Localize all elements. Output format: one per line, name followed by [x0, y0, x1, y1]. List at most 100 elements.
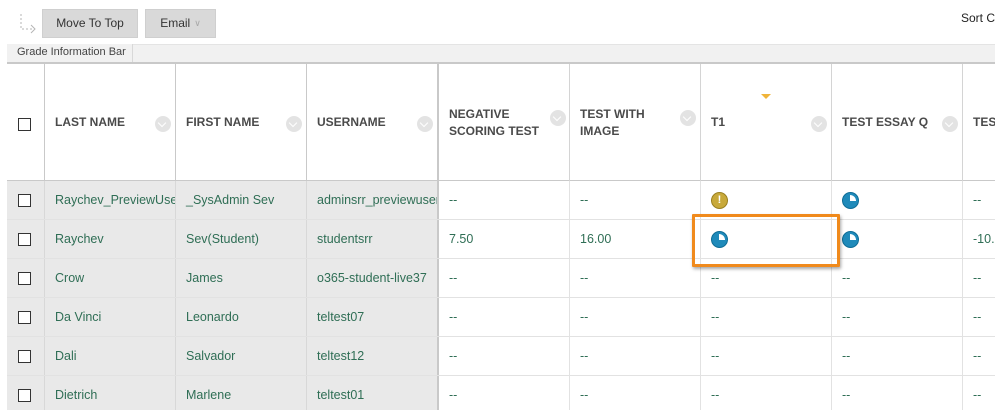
grade-information-bar-label[interactable]: Grade Information Bar — [7, 44, 133, 62]
needs-attention-icon — [711, 192, 728, 210]
grade-cell[interactable] — [832, 181, 963, 219]
column-label: TEST ESSAY Q — [842, 115, 929, 129]
username-cell[interactable]: adminsrr_previewuser — [307, 181, 439, 219]
grade-center-grid: LAST NAME FIRST NAME USERNAME NEGATIVE S… — [7, 62, 995, 410]
select-all-cell — [7, 64, 45, 181]
grade-cell[interactable]: 16.00 — [570, 220, 701, 258]
grade-cell[interactable]: -- — [570, 337, 701, 375]
grade-cell[interactable]: -- — [439, 337, 570, 375]
grade-cell[interactable]: -10. — [963, 220, 995, 258]
last-name-cell[interactable]: Da Vinci — [45, 298, 176, 336]
row-checkbox[interactable] — [18, 389, 31, 402]
username-cell[interactable]: teltest12 — [307, 337, 439, 375]
column-label: USERNAME — [317, 115, 386, 129]
row-select-cell — [7, 259, 45, 297]
grade-cell[interactable]: -- — [832, 337, 963, 375]
table-row: Dietrich Marlene teltest01 -- -- -- -- -… — [7, 376, 995, 410]
username-cell[interactable]: teltest01 — [307, 376, 439, 410]
column-header-test-with-image[interactable]: TEST WITH IMAGE — [570, 64, 701, 181]
row-select-cell — [7, 220, 45, 258]
grade-cell[interactable]: -- — [439, 376, 570, 410]
grade-cell[interactable]: -- — [439, 298, 570, 336]
row-checkbox[interactable] — [18, 272, 31, 285]
select-all-checkbox[interactable] — [18, 118, 31, 131]
grade-information-bar — [7, 44, 995, 62]
column-menu-icon[interactable] — [155, 116, 171, 132]
row-select-cell — [7, 298, 45, 336]
grade-cell[interactable]: -- — [832, 298, 963, 336]
grade-cell[interactable]: -- — [570, 181, 701, 219]
username-cell[interactable]: teltest07 — [307, 298, 439, 336]
grade-cell[interactable]: -- — [570, 376, 701, 410]
column-header-test-essay-q[interactable]: TEST ESSAY Q — [832, 64, 963, 181]
grade-cell[interactable]: -- — [963, 376, 995, 410]
grade-cell[interactable]: -- — [832, 376, 963, 410]
column-label: TEST WITH IMAGE — [580, 106, 645, 138]
column-menu-icon[interactable] — [680, 110, 696, 126]
grid-header: LAST NAME FIRST NAME USERNAME NEGATIVE S… — [7, 62, 995, 181]
first-name-cell[interactable]: _SysAdmin Sev — [176, 181, 307, 219]
column-header-test-test[interactable]: TEST TEST — [963, 64, 995, 181]
grade-cell[interactable]: -- — [963, 337, 995, 375]
first-name-cell[interactable]: Sev(Student) — [176, 220, 307, 258]
last-name-cell[interactable]: Raychev — [45, 220, 176, 258]
grade-cell[interactable]: -- — [701, 376, 832, 410]
grade-cell[interactable]: -- — [439, 259, 570, 297]
hierarchy-icon — [20, 14, 36, 34]
row-select-cell — [7, 376, 45, 410]
in-progress-icon — [711, 231, 728, 249]
column-header-first-name[interactable]: FIRST NAME — [176, 64, 307, 181]
row-checkbox[interactable] — [18, 311, 31, 324]
grade-cell[interactable] — [701, 220, 832, 258]
chevron-down-icon: ∨ — [194, 18, 201, 29]
grade-cell[interactable]: -- — [439, 181, 570, 219]
first-name-cell[interactable]: Salvador — [176, 337, 307, 375]
grade-center-toolbar: Move To Top Email ∨ Sort C — [0, 0, 995, 44]
column-header-username[interactable]: USERNAME — [307, 64, 439, 181]
username-cell[interactable]: o365-student-live37 — [307, 259, 439, 297]
column-menu-icon[interactable] — [417, 116, 433, 132]
column-header-t1[interactable]: T1 — [701, 64, 832, 181]
grade-cell[interactable] — [701, 181, 832, 219]
column-menu-icon[interactable] — [811, 116, 827, 132]
last-name-cell[interactable]: Dietrich — [45, 376, 176, 410]
email-button-label: Email — [160, 16, 191, 30]
email-button[interactable]: Email ∨ — [145, 9, 216, 38]
column-header-last-name[interactable]: LAST NAME — [45, 64, 176, 181]
first-name-cell[interactable]: Leonardo — [176, 298, 307, 336]
last-name-cell[interactable]: Dali — [45, 337, 176, 375]
in-progress-icon — [842, 192, 859, 210]
grade-cell[interactable]: -- — [963, 259, 995, 297]
first-name-cell[interactable]: James — [176, 259, 307, 297]
first-name-cell[interactable]: Marlene — [176, 376, 307, 410]
grade-cell[interactable]: -- — [701, 298, 832, 336]
move-to-top-button[interactable]: Move To Top — [42, 9, 138, 38]
column-menu-icon[interactable] — [942, 116, 958, 132]
in-progress-icon — [842, 231, 859, 249]
row-checkbox[interactable] — [18, 194, 31, 207]
grade-cell[interactable]: -- — [570, 259, 701, 297]
grade-cell[interactable]: 7.50 — [439, 220, 570, 258]
column-menu-icon[interactable] — [286, 116, 302, 132]
grade-cell[interactable] — [832, 220, 963, 258]
column-menu-icon[interactable] — [550, 110, 566, 126]
row-checkbox[interactable] — [18, 350, 31, 363]
table-row: Da Vinci Leonardo teltest07 -- -- -- -- … — [7, 298, 995, 337]
username-cell[interactable]: studentsrr — [307, 220, 439, 258]
grade-cell[interactable]: -- — [701, 337, 832, 375]
row-checkbox[interactable] — [18, 233, 31, 246]
grade-cell[interactable]: -- — [832, 259, 963, 297]
column-label: T1 — [711, 115, 726, 129]
sort-columns-control[interactable]: Sort C — [961, 11, 995, 25]
grade-cell[interactable]: -- — [963, 181, 995, 219]
last-name-cell[interactable]: Raychev_PreviewUser — [45, 181, 176, 219]
grade-cell[interactable]: -- — [963, 298, 995, 336]
last-name-cell[interactable]: Crow — [45, 259, 176, 297]
row-select-cell — [7, 337, 45, 375]
table-row: Raychev_PreviewUser _SysAdmin Sev admins… — [7, 181, 995, 220]
grade-cell[interactable]: -- — [570, 298, 701, 336]
column-header-negative-scoring-test[interactable]: NEGATIVE SCORING TEST — [439, 64, 570, 181]
table-row: Dali Salvador teltest12 -- -- -- -- -- — [7, 337, 995, 376]
grade-cell[interactable]: -- — [701, 259, 832, 297]
row-select-cell — [7, 181, 45, 219]
